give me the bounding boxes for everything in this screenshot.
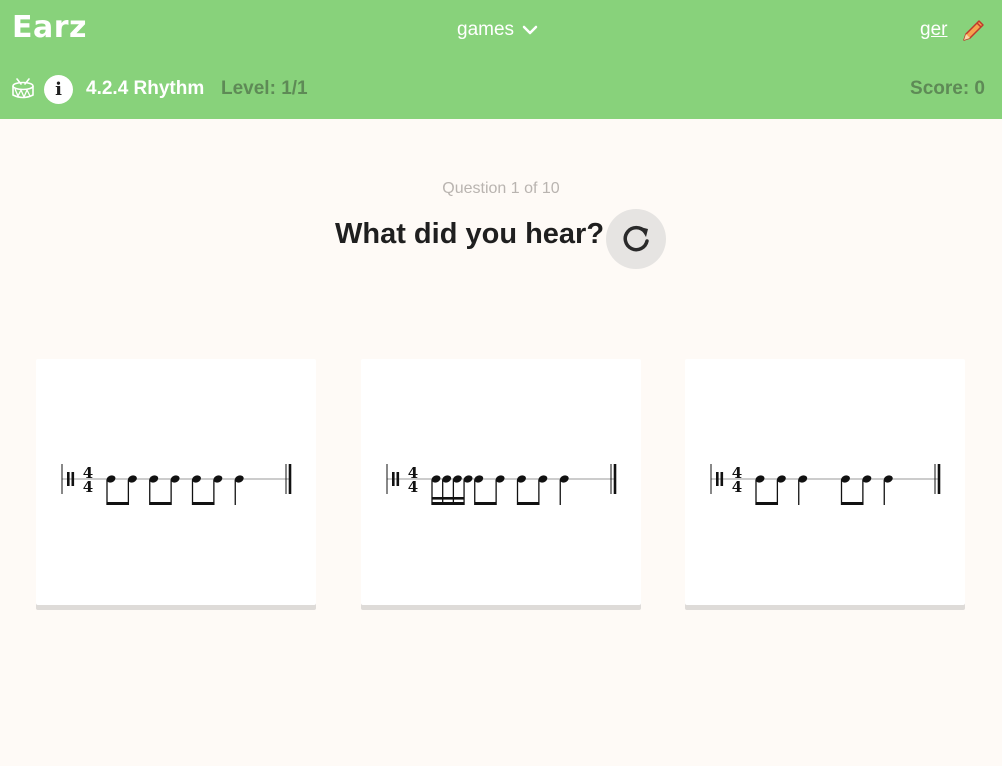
chevron-down-icon bbox=[522, 25, 538, 35]
beam bbox=[517, 502, 539, 505]
percussion-clef bbox=[396, 472, 400, 486]
score-indicator: Score: 0 bbox=[910, 78, 985, 99]
beam bbox=[474, 502, 497, 505]
time-signature-bottom: 4 bbox=[408, 478, 418, 496]
replay-icon bbox=[623, 225, 649, 252]
beam bbox=[841, 502, 863, 505]
info-icon[interactable]: i bbox=[44, 75, 73, 104]
time-signature-bottom: 4 bbox=[732, 478, 742, 496]
percussion-clef bbox=[392, 472, 395, 486]
beam bbox=[432, 497, 465, 500]
level-indicator: Level: 1/1 bbox=[221, 78, 308, 99]
question-prompt: What did you hear? bbox=[335, 218, 605, 250]
beam bbox=[107, 502, 129, 505]
percussion-clef bbox=[67, 472, 70, 486]
question-counter: Question 1 of 10 bbox=[442, 180, 560, 197]
drum-icon bbox=[12, 78, 34, 99]
games-menu[interactable]: games bbox=[457, 19, 538, 41]
pencil-icon[interactable] bbox=[960, 18, 986, 44]
percussion-clef bbox=[71, 472, 75, 486]
beam bbox=[192, 502, 214, 505]
beam bbox=[432, 502, 465, 505]
app-logo[interactable]: Earz bbox=[12, 10, 87, 45]
answer-option-3[interactable]: 44 bbox=[685, 359, 965, 605]
beam bbox=[149, 502, 172, 505]
beam bbox=[756, 502, 778, 505]
top-bar: Earz games ger i 4.2.4 Rhythm Level: 1/1… bbox=[0, 0, 1002, 119]
percussion-clef bbox=[716, 472, 719, 486]
user-link[interactable]: ger bbox=[920, 19, 947, 41]
percussion-clef bbox=[720, 472, 724, 486]
replay-button[interactable] bbox=[606, 209, 666, 269]
games-menu-label: games bbox=[457, 19, 515, 40]
exercise-title: 4.2.4 Rhythm bbox=[86, 78, 205, 99]
answer-option-2[interactable]: 44 bbox=[361, 359, 641, 605]
time-signature-bottom: 4 bbox=[83, 478, 93, 496]
answer-option-1[interactable]: 44 bbox=[36, 359, 316, 605]
